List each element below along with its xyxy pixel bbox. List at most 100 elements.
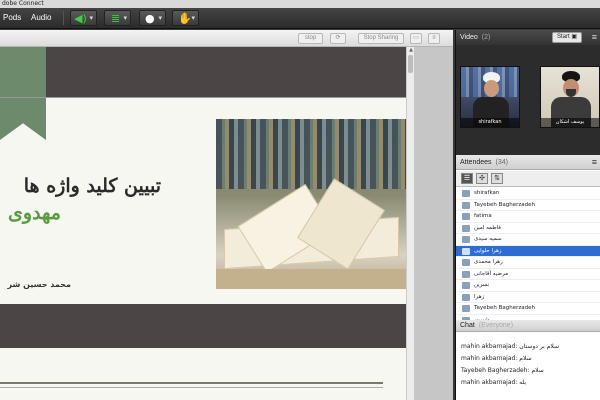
video-participant-name: shirafkan: [461, 118, 519, 127]
attendees-count: (34): [495, 159, 508, 166]
attendees-toolbar: ☰ ✣ ⇅: [456, 171, 600, 187]
share-pod-background: [414, 47, 453, 400]
slide-ribbon: [0, 47, 46, 140]
toolbar-separator: [63, 11, 64, 25]
table-surface: [216, 269, 406, 289]
chevron-down-icon[interactable]: ▾: [123, 11, 127, 26]
share-pod: stop ⟳ Stop Sharing ▭ ≡ تبیین کلید واژه …: [0, 30, 453, 400]
vertical-scrollbar[interactable]: ▲: [406, 47, 414, 400]
chat-sender: mahin akbarnajad:: [461, 379, 518, 386]
pod-menu-icon[interactable]: ≡: [592, 156, 597, 169]
microphone-button[interactable]: ≣ ▾: [104, 10, 131, 26]
chat-sender: mahin akbarnajad:: [461, 355, 518, 362]
window-title: dobe Connect: [2, 0, 44, 7]
attendee-row[interactable]: زهرا: [456, 292, 600, 303]
sync-button[interactable]: ⟳: [330, 33, 346, 44]
attendee-name: زهرا محمدی: [474, 259, 503, 265]
presentation-slide: تبیین کلید واژه ها مهدوی محمد حسین شر: [0, 47, 406, 400]
video-pod-header: Video (2) Start ▣ ≡: [456, 30, 600, 45]
webcam-button[interactable]: ● ▾: [139, 10, 166, 26]
chat-sender: mahin akbarnajad:: [461, 343, 518, 350]
slide-author: محمد حسین شر: [7, 280, 72, 289]
raise-hand-icon: ✋: [178, 12, 192, 25]
chat-text: سلام: [519, 355, 532, 362]
chat-text: سلام: [531, 367, 544, 374]
attendee-row[interactable]: سمیه سیدی: [456, 234, 600, 246]
attendee-name: Tayebeh Bagherzadeh: [474, 201, 535, 208]
sort-icon[interactable]: ⇅: [491, 173, 503, 184]
slide-top-band: [0, 47, 406, 97]
chevron-down-icon[interactable]: ▾: [158, 11, 162, 26]
book-image: [216, 119, 406, 289]
speaker-button[interactable]: ◀) ▾: [70, 10, 97, 26]
fullscreen-button[interactable]: ▭: [410, 33, 422, 44]
chevron-down-icon[interactable]: ▾: [191, 11, 195, 26]
stop-sharing-button[interactable]: Stop Sharing: [358, 33, 404, 44]
slide-rule: [0, 382, 383, 384]
chat-message: mahin akbarnajad: سلام: [461, 353, 597, 365]
start-webcam-button[interactable]: Start ▣: [551, 32, 582, 43]
attendee-row[interactable]: fatima: [456, 211, 600, 223]
video-feed[interactable]: یوسف اشکان: [540, 66, 600, 128]
window-titlebar: dobe Connect: [0, 0, 600, 8]
attendee-name: نسرین: [474, 282, 490, 288]
video-pod: Video (2) Start ▣ ≡ shirafkan یوسف اشکان: [455, 30, 600, 155]
attendee-row[interactable]: Tayebeh Bagherzadeh: [456, 303, 600, 315]
attendee-name: فاطمه امین: [474, 224, 501, 231]
chat-pod: Chat (Everyone) mahin akbarnajad: سلام بر…: [455, 320, 600, 400]
menu-audio[interactable]: Audio: [31, 12, 51, 24]
raise-hand-button[interactable]: ✋ ▾: [172, 10, 199, 26]
attendee-name: سمیه سیدی: [474, 236, 502, 242]
chat-pod-header: Chat (Everyone): [456, 320, 600, 332]
attendee-name: shirafkan: [474, 190, 500, 196]
user-icon: [462, 224, 470, 232]
user-icon: [462, 190, 470, 197]
start-label: Start: [556, 34, 570, 40]
slide-subtitle: مهدوی: [8, 202, 61, 224]
scrollbar-thumb[interactable]: [408, 55, 413, 73]
bookshelf-image: [216, 119, 406, 189]
chat-pod-title: Chat: [460, 322, 475, 329]
pod-menu-button[interactable]: ≡: [428, 33, 440, 44]
list-view-icon[interactable]: ☰: [461, 173, 473, 184]
video-pod-title: Video: [460, 34, 478, 41]
video-participant-name: یوسف اشکان: [541, 118, 599, 127]
chat-message: Tayebeh Bagherzadeh: سلام: [461, 365, 597, 377]
slide-divider: [0, 97, 406, 98]
user-icon: [462, 282, 470, 289]
attendee-row[interactable]: زهرا حلوایی: [456, 245, 600, 257]
chat-message: mahin akbarnajad: سلام بر دوستان: [461, 341, 597, 353]
menu-pods[interactable]: Pods: [3, 12, 21, 24]
breakout-icon[interactable]: ✣: [476, 173, 488, 184]
video-feed[interactable]: shirafkan: [460, 66, 520, 128]
chat-scope: (Everyone): [478, 322, 514, 329]
user-icon: [462, 247, 470, 255]
attendee-row[interactable]: مرضیه آقاجانی: [456, 269, 600, 280]
chat-sender: Tayebeh Bagherzadeh:: [461, 367, 530, 374]
slide-title: تبیین کلید واژه ها: [23, 175, 161, 197]
attendee-row[interactable]: shirafkan: [456, 188, 600, 200]
webcam-icon: ●: [145, 12, 155, 25]
attendee-name: زهرا: [474, 293, 485, 300]
microphone-icon: ≣: [111, 12, 121, 25]
user-icon: [462, 236, 470, 243]
stop-button[interactable]: stop: [298, 33, 323, 44]
user-icon: [462, 305, 470, 312]
chat-message: mahin akbarnajad: بله: [461, 377, 597, 389]
chat-text: بله: [519, 379, 527, 386]
attendee-row[interactable]: نسرین: [456, 280, 600, 292]
pod-menu-icon[interactable]: ≡: [592, 31, 597, 44]
attendee-row[interactable]: زهرا محمدی: [456, 257, 600, 269]
attendee-row[interactable]: فاطمه امین: [456, 223, 600, 234]
menu-bar: Pods Audio ◀) ▾ ≣ ▾ ● ▾ ✋ ▾: [0, 8, 600, 29]
attendee-row[interactable]: Tayebeh Bagherzadeh: [456, 200, 600, 211]
webcam-icon: ▣: [571, 34, 577, 40]
user-icon: [462, 213, 470, 220]
attendees-list: shirafkan Tayebeh Bagherzadeh fatima فاطمه …: [456, 188, 600, 320]
slide-bottom-band: [0, 304, 406, 348]
attendee-name: Tayebeh Bagherzadeh: [474, 305, 535, 311]
attendee-name: fatima: [474, 213, 492, 219]
user-icon: [462, 201, 470, 209]
chat-messages: mahin akbarnajad: سلام بر دوستان mahin ak…: [456, 333, 600, 400]
chevron-down-icon[interactable]: ▾: [89, 11, 93, 26]
